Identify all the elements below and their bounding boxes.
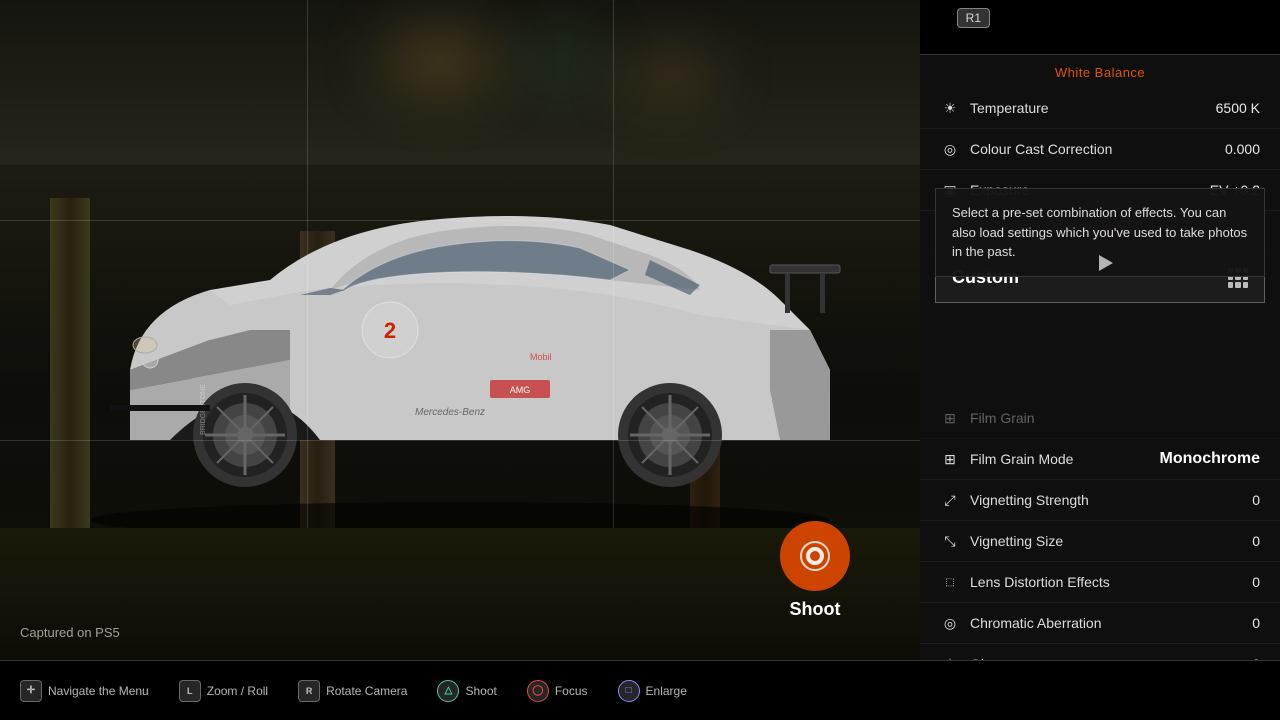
navigate-hint: ✛ Navigate the Menu [20,680,149,702]
square-icon: □ [618,680,640,702]
lens-distortion-label: Lens Distortion Effects [970,574,1110,590]
tooltip-box: Select a pre-set combination of effects.… [935,188,1265,277]
film-grain-label: Film Grain [970,410,1035,426]
ps5-badge: Captured on PS5 [20,625,120,640]
navigate-label: Navigate the Menu [48,684,149,698]
lens-distortion-row[interactable]: ⬚ Lens Distortion Effects 0 [920,562,1280,603]
svg-text:AMG: AMG [510,385,531,395]
vignetting-strength-value: 0 [1252,492,1260,508]
game-viewport: 2 AMG BRIDGESTONE Mercedes-Benz Mobil [0,0,920,660]
colour-cast-label-group: ◎ Colour Cast Correction [940,139,1112,159]
tooltip-text: Select a pre-set combination of effects.… [952,205,1247,259]
vignetting-strength-label: Vignetting Strength [970,492,1089,508]
svg-text:Mercedes-Benz: Mercedes-Benz [415,407,485,418]
vignetting-size-value: 0 [1252,533,1260,549]
film-grain-mode-row[interactable]: ⊞ Film Grain Mode Monochrome [920,439,1280,480]
shoot-hint-label: Shoot [465,684,496,698]
car-image: 2 AMG BRIDGESTONE Mercedes-Benz Mobil [50,99,870,561]
temperature-label: Temperature [970,100,1049,116]
rotate-icon: R [298,680,320,702]
colour-cast-icon: ◎ [940,139,960,159]
shoot-circle-button[interactable] [780,521,850,591]
right-panel: White Balance ☀ Temperature 6500 K ◎ Col… [920,55,1280,660]
temperature-value: 6500 K [1216,100,1260,116]
zoom-hint: L Zoom / Roll [179,680,268,702]
rotate-hint: R Rotate Camera [298,680,407,702]
chromatic-aberration-row[interactable]: ◎ Chromatic Aberration 0 [920,603,1280,644]
triangle-icon: △ [437,680,459,702]
vignetting-strength-row[interactable]: ⤢ Vignetting Strength 0 [920,480,1280,521]
bottom-control-bar: ✛ Navigate the Menu L Zoom / Roll R Rota… [0,660,1280,720]
temperature-row[interactable]: ☀ Temperature 6500 K [920,88,1280,129]
camera-shoot-icon [797,538,833,574]
chromatic-aberration-label: Chromatic Aberration [970,615,1102,631]
shoot-button-area[interactable]: Shoot [780,521,850,620]
enlarge-label: Enlarge [646,684,687,698]
chromatic-aberration-icon: ◎ [940,613,960,633]
vignetting-strength-label-group: ⤢ Vignetting Strength [940,490,1089,510]
vignetting-size-label: Vignetting Size [970,533,1063,549]
temperature-icon: ☀ [940,98,960,118]
zoom-label: Zoom / Roll [207,684,268,698]
film-grain-icon: ⊞ [940,408,960,428]
lens-distortion-icon: ⬚ [940,572,960,592]
film-grain-label-group: ⊞ Film Grain [940,408,1035,428]
white-balance-title: White Balance [920,55,1280,88]
r1-bumper: R1 [957,8,990,28]
enlarge-hint: □ Enlarge [618,680,687,702]
chromatic-aberration-label-group: ◎ Chromatic Aberration [940,613,1102,633]
vignetting-size-label-group: ⤡ Vignetting Size [940,531,1063,551]
rotate-label: Rotate Camera [326,684,407,698]
focus-hint: ◯ Focus [527,680,588,702]
vignetting-strength-icon: ⤢ [940,490,960,510]
lens-distortion-value: 0 [1252,574,1260,590]
svg-text:Mobil: Mobil [530,352,552,362]
colour-cast-label: Colour Cast Correction [970,141,1112,157]
vignetting-size-row[interactable]: ⤡ Vignetting Size 0 [920,521,1280,562]
chromatic-aberration-value: 0 [1252,615,1260,631]
shoot-label: Shoot [790,599,841,620]
dpad-icon: ✛ [20,680,42,702]
temperature-label-group: ☀ Temperature [940,98,1049,118]
vignetting-size-icon: ⤡ [940,531,960,551]
focus-label: Focus [555,684,588,698]
zoom-icon: L [179,680,201,702]
circle-icon: ◯ [527,680,549,702]
film-grain-mode-icon: ⊞ [940,449,960,469]
glare-row[interactable]: ✳ Glare 0 [920,644,1280,660]
svg-text:2: 2 [384,318,396,343]
film-grain-mode-value: Monochrome [1160,450,1260,468]
film-grain-row[interactable]: ⊞ Film Grain [920,398,1280,439]
lens-distortion-label-group: ⬚ Lens Distortion Effects [940,572,1110,592]
colour-cast-row[interactable]: ◎ Colour Cast Correction 0.000 [920,129,1280,170]
film-grain-mode-label-group: ⊞ Film Grain Mode [940,449,1073,469]
colour-cast-value: 0.000 [1225,141,1260,157]
shoot-hint: △ Shoot [437,680,496,702]
film-grain-mode-label: Film Grain Mode [970,451,1073,467]
